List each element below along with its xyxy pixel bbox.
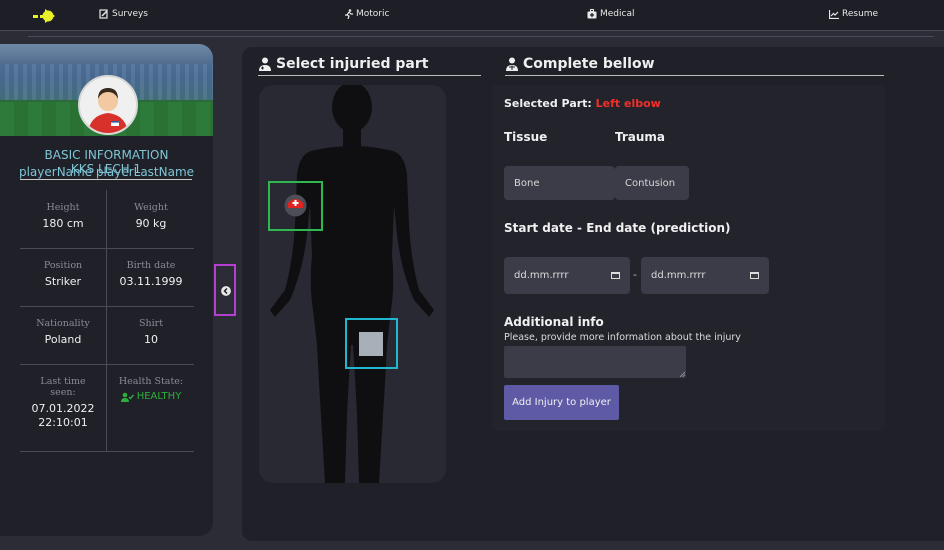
select-part-heading: Select injuried part — [258, 56, 428, 72]
nav-medical[interactable]: Medical — [587, 9, 634, 19]
shirt-label: Shirt — [138, 318, 164, 329]
player-avatar-icon — [88, 88, 128, 133]
position-value: Striker — [44, 275, 82, 288]
last-seen-cell: Last time seen: 07.01.2022 22:10:01 — [20, 376, 106, 429]
height-cell: Height 180 cm — [20, 202, 106, 230]
nav-motoric-label: Motoric — [356, 9, 390, 19]
grid-divider — [20, 364, 194, 365]
date-separator: - — [633, 268, 637, 281]
team-name: KKS LECH 1 — [20, 162, 192, 180]
position-label: Position — [43, 260, 83, 271]
grid-vertical-divider — [106, 190, 107, 452]
weight-label: Weight — [134, 202, 168, 213]
running-icon — [345, 9, 353, 19]
start-date-placeholder: dd.mm.rrrr — [514, 270, 569, 281]
last-seen-label: Last time seen: — [40, 376, 86, 398]
height-value: 180 cm — [42, 217, 84, 230]
shirt-value: 10 — [144, 333, 158, 346]
medkit-icon — [587, 9, 597, 19]
health-label: Health State: — [118, 376, 184, 387]
user-doctor-icon — [506, 57, 518, 71]
grid-divider — [20, 248, 194, 249]
thigh-marker[interactable] — [345, 318, 398, 369]
selected-part-value: Left elbow — [595, 97, 661, 110]
end-date-placeholder: dd.mm.rrrr — [651, 270, 706, 281]
human-body-silhouette — [270, 85, 434, 483]
player-avatar — [78, 75, 138, 135]
line-chart-icon — [829, 9, 839, 19]
navbar-divider — [28, 36, 934, 37]
trauma-label: Trauma — [615, 130, 666, 144]
nav-motoric[interactable]: Motoric — [345, 9, 389, 19]
trauma-select[interactable]: Contusion — [615, 166, 689, 200]
nav-medical-label: Medical — [600, 9, 635, 19]
position-cell: Position Striker — [20, 260, 106, 288]
medkit-badge-icon — [284, 194, 307, 217]
birth-date-cell: Birth date 03.11.1999 — [108, 260, 194, 288]
health-status: HEALTHY — [108, 391, 194, 402]
left-elbow-marker[interactable] — [268, 181, 323, 231]
birth-date-label: Birth date — [126, 260, 176, 271]
last-seen-date: 07.01.2022 — [31, 402, 95, 415]
arrow-logo-icon[interactable] — [33, 8, 61, 24]
user-injured-icon — [259, 57, 271, 71]
user-check-icon — [120, 392, 134, 402]
selected-part-row: Selected Part: Left elbow — [504, 97, 661, 110]
top-navbar: Surveys Motoric Medical Resume — [0, 0, 944, 31]
nav-surveys-label: Surveys — [112, 9, 148, 19]
player-profile-panel: BASIC INFORMATION playerName playerLastN… — [0, 44, 213, 536]
select-part-title: Select injuried part — [276, 56, 429, 72]
nav-resume-label: Resume — [842, 9, 879, 19]
survey-icon — [99, 9, 108, 19]
chevron-left-icon — [221, 286, 231, 296]
grid-divider — [20, 306, 194, 307]
health-value: HEALTHY — [136, 391, 182, 402]
end-date-input[interactable]: dd.mm.rrrr — [641, 257, 769, 294]
weight-cell: Weight 90 kg — [108, 202, 194, 230]
additional-info-hint: Please, provide more information about t… — [504, 332, 741, 343]
calendar-icon[interactable] — [611, 272, 620, 279]
selected-part-label: Selected Part: — [504, 97, 592, 110]
complete-heading: Complete bellow — [505, 56, 655, 72]
tissue-label: Tissue — [504, 130, 548, 144]
shirt-cell: Shirt 10 — [108, 318, 194, 346]
complete-underline — [505, 75, 884, 76]
nationality-label: Nationality — [36, 318, 90, 329]
body-map[interactable] — [259, 85, 446, 483]
calendar-icon[interactable] — [750, 272, 759, 279]
basic-info-heading: BASIC INFORMATION — [44, 148, 169, 162]
thigh-marker-square — [359, 332, 383, 356]
nationality-cell: Nationality Poland — [20, 318, 106, 346]
tissue-select[interactable]: Bone — [504, 166, 615, 200]
select-part-underline — [258, 75, 481, 76]
additional-info-label: Additional info — [504, 315, 604, 329]
height-label: Height — [46, 202, 80, 213]
last-seen-time: 22:10:01 — [38, 416, 88, 429]
nav-resume[interactable]: Resume — [829, 9, 878, 19]
grid-divider — [20, 451, 194, 452]
start-date-input[interactable]: dd.mm.rrrr — [504, 257, 630, 294]
weight-value: 90 kg — [135, 217, 167, 230]
dates-label: Start date - End date (prediction) — [504, 221, 731, 235]
birth-date-value: 03.11.1999 — [119, 275, 183, 288]
nationality-value: Poland — [44, 333, 82, 346]
nav-surveys[interactable]: Surveys — [99, 9, 148, 19]
resize-handle-icon[interactable] — [680, 372, 685, 377]
collapse-panel-button[interactable] — [214, 264, 236, 316]
health-cell: Health State: HEALTHY — [108, 376, 194, 402]
add-injury-button[interactable]: Add Injury to player — [504, 385, 619, 420]
additional-info-textarea[interactable] — [504, 346, 686, 378]
complete-title: Complete bellow — [523, 56, 655, 72]
